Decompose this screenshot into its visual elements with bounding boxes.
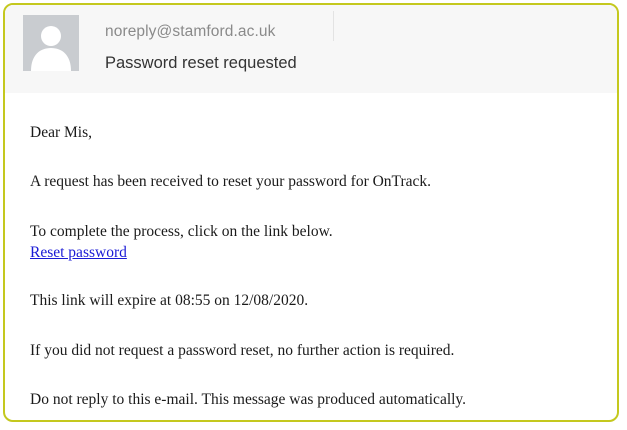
request-line: A request has been received to reset you… — [30, 173, 432, 190]
greeting-line: Dear Mis, — [30, 124, 92, 141]
email-header: noreply@stamford.ac.uk Password reset re… — [5, 5, 617, 93]
reset-link-line: Reset password — [30, 243, 127, 263]
no-action-line: If you did not request a password reset,… — [30, 342, 455, 359]
person-silhouette-icon — [23, 15, 79, 71]
reset-password-link[interactable]: Reset password — [30, 244, 127, 261]
sender-address: noreply@stamford.ac.uk — [105, 23, 276, 40]
no-reply-line: Do not reply to this e-mail. This messag… — [30, 391, 467, 408]
expiry-line: This link will expire at 08:55 on 12/08/… — [30, 292, 309, 309]
email-message-frame: noreply@stamford.ac.uk Password reset re… — [3, 3, 619, 422]
sender-avatar — [23, 15, 79, 71]
email-subject: Password reset requested — [105, 54, 297, 72]
instruction-line: To complete the process, click on the li… — [30, 223, 333, 240]
header-divider — [333, 11, 334, 41]
